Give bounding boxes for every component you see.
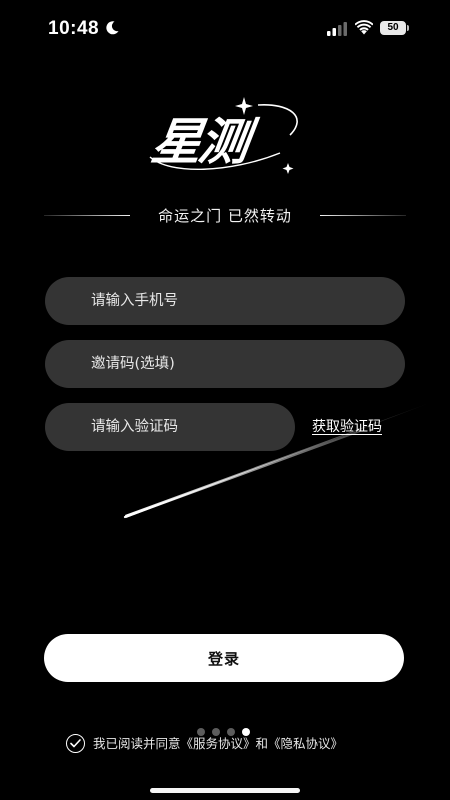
phone-input[interactable] [45,277,405,325]
signal-icon [327,22,347,36]
status-time: 10:48 [48,18,100,39]
tagline: 命运之门 已然转动 [158,207,292,225]
home-indicator [150,788,300,793]
logo-text: 星测 [147,112,251,171]
invite-code-input[interactable] [45,340,405,388]
get-code-link[interactable]: 获取验证码 [312,416,382,436]
wifi-icon [355,20,373,35]
moon-icon [106,21,119,35]
agree-checkbox[interactable] [66,734,85,753]
agreement-conjunction: 和 [255,736,269,751]
privacy-agreement-link[interactable]: 《隐私协议》 [268,736,343,751]
status-bar: 10:48 50 [0,0,450,56]
login-screen: 10:48 50 星测 命运之门 已然转动 请输入手机号 邀请码(选填) 请输入… [0,0,450,800]
agreement-text: 我已阅读并同意《服务协议》和《隐私协议》 [93,735,343,753]
login-button[interactable]: 登录 [44,634,404,682]
agreement-row: 我已阅读并同意《服务协议》和《隐私协议》 [66,734,396,754]
tagline-divider-right [320,215,406,216]
tagline-row: 命运之门 已然转动 [44,203,406,229]
service-agreement-link[interactable]: 《服务协议》 [181,736,256,751]
battery-icon: 50 [380,21,406,35]
app-logo: 星测 [140,95,310,190]
battery-cap [407,25,409,31]
verification-code-input[interactable] [45,403,295,451]
agreement-prefix: 我已阅读并同意 [93,736,181,751]
check-icon [70,739,81,748]
